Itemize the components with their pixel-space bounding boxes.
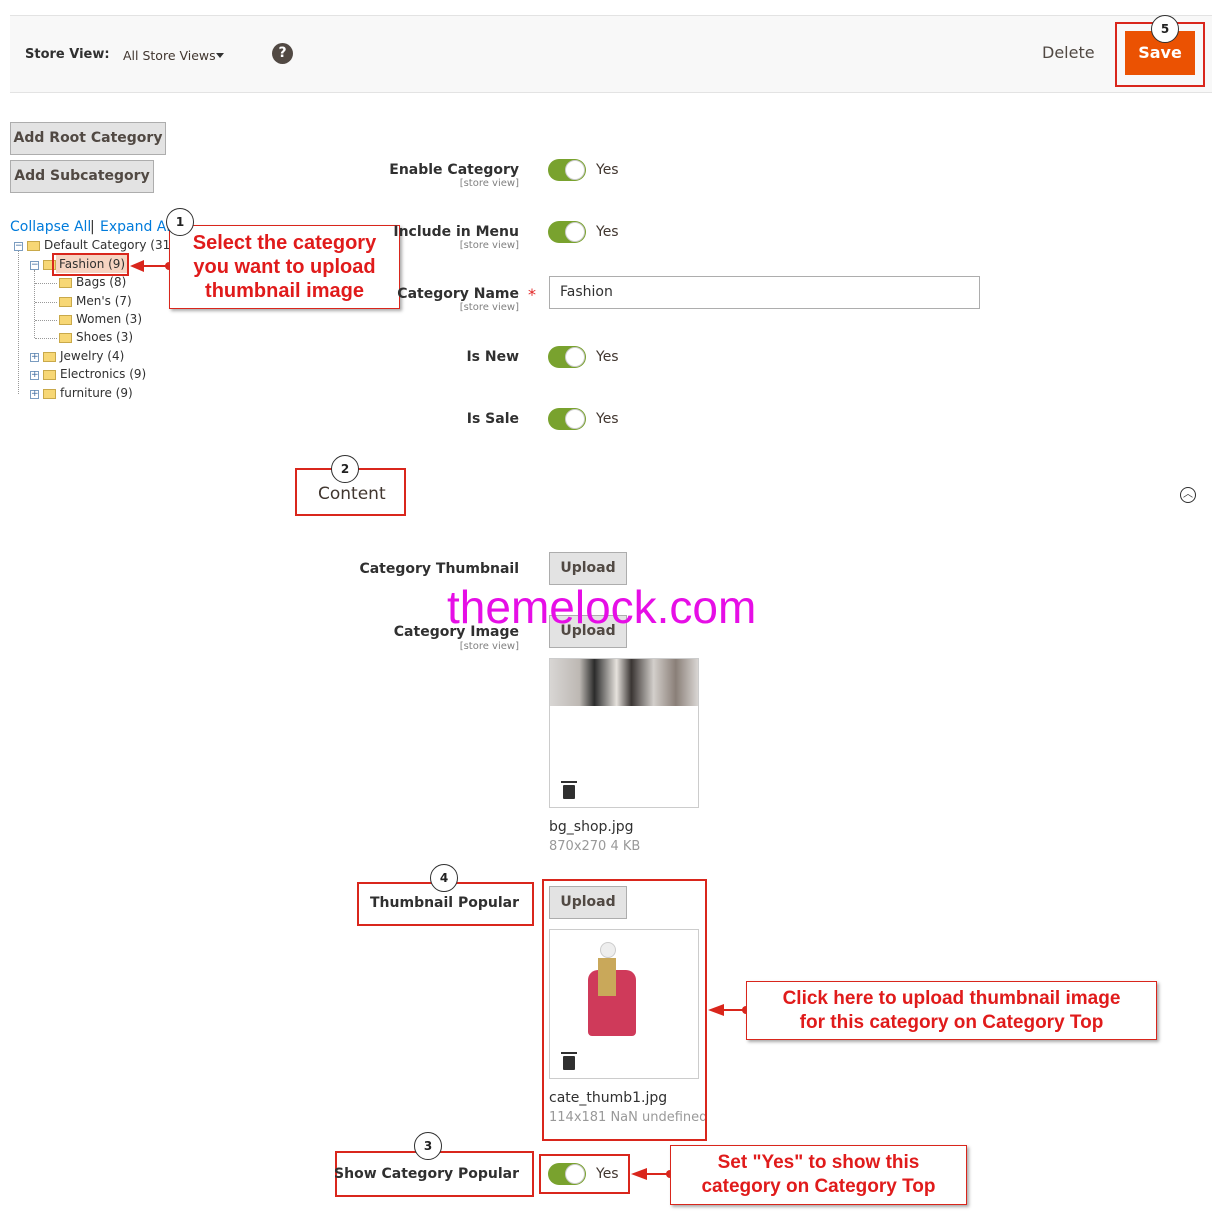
fashion-highlight-box: [52, 253, 129, 276]
folder-icon: [43, 389, 56, 399]
tree-expand-icon[interactable]: +: [30, 353, 39, 362]
step-4-badge: 4: [430, 864, 458, 892]
callout-3-line-1: Set "Yes" to show this: [717, 1152, 920, 1173]
thumbnail-popular-label: Thumbnail Popular: [370, 895, 519, 911]
tree-item-bags[interactable]: Bags (8): [76, 275, 126, 289]
folder-icon: [59, 333, 72, 343]
link-separator: |: [90, 219, 95, 235]
callout-4-line-2: for this category on Category Top: [799, 1012, 1104, 1033]
arrowhead-icon: [130, 260, 144, 272]
thumb-file-meta: 114x181 NaN undefined: [549, 1110, 705, 1125]
tree-item-women[interactable]: Women (3): [76, 312, 142, 326]
help-icon[interactable]: ?: [272, 43, 293, 64]
folder-icon: [59, 297, 72, 307]
chevron-up-icon[interactable]: ︿: [1180, 487, 1196, 503]
step-3-badge: 3: [414, 1132, 442, 1160]
folder-icon: [59, 278, 72, 288]
tree-collapse-icon[interactable]: −: [14, 242, 23, 251]
tree-item-mens[interactable]: Men's (7): [76, 294, 132, 308]
store-view-select[interactable]: All Store Views: [123, 48, 216, 63]
image-thumbnail: [600, 942, 616, 958]
tree-item-default-category[interactable]: Default Category (31): [44, 238, 175, 252]
callout-1-line-2: you want to upload: [193, 256, 376, 278]
tree-connector: [35, 338, 57, 339]
image-file-meta: 870x270 4 KB: [549, 839, 641, 854]
scope-label: [store view]: [459, 641, 519, 652]
include-in-menu-toggle[interactable]: [548, 221, 586, 243]
category-thumbnail-label: Category Thumbnail: [359, 561, 519, 577]
chevron-down-icon[interactable]: [216, 53, 224, 58]
tree-item-furniture[interactable]: furniture (9): [60, 386, 133, 400]
is-new-label: Is New: [466, 349, 519, 365]
expand-all-link[interactable]: Expand All: [100, 219, 174, 235]
category-name-input[interactable]: Fashion: [549, 276, 980, 309]
scope-label: [store view]: [459, 302, 519, 313]
is-sale-toggle[interactable]: [548, 408, 586, 430]
enable-category-toggle[interactable]: [548, 159, 586, 181]
delete-button[interactable]: Delete: [1042, 43, 1095, 62]
toggle-yes-label: Yes: [596, 224, 619, 240]
tree-connector: [35, 320, 57, 321]
scope-label: [store view]: [459, 178, 519, 189]
tree-connector: [18, 251, 19, 394]
required-asterisk: *: [528, 285, 536, 304]
tree-connector: [35, 283, 57, 284]
folder-icon: [43, 370, 56, 380]
tree-connector: [34, 270, 35, 338]
tree-item-electronics[interactable]: Electronics (9): [60, 367, 146, 381]
tree-expand-icon[interactable]: +: [30, 371, 39, 380]
image-thumbnail: [550, 659, 698, 706]
enable-category-label: Enable Category: [389, 162, 519, 178]
tree-expand-icon[interactable]: +: [30, 390, 39, 399]
is-new-toggle[interactable]: [548, 346, 586, 368]
show-category-popular-toggle[interactable]: [548, 1163, 586, 1185]
scope-label: [store view]: [459, 240, 519, 251]
step-5-badge: 5: [1151, 15, 1179, 43]
show-category-popular-label: Show Category Popular: [334, 1166, 519, 1182]
folder-icon: [59, 315, 72, 325]
tree-connector: [35, 302, 57, 303]
folder-icon: [27, 241, 40, 251]
store-view-label: Store View:: [25, 47, 110, 62]
category-image-preview: [549, 658, 699, 808]
callout-3-line-2: category on Category Top: [701, 1176, 936, 1197]
trash-icon[interactable]: [561, 1052, 577, 1070]
category-name-label: Category Name: [397, 286, 519, 302]
thumb-file-name: cate_thumb1.jpg: [549, 1090, 668, 1106]
upload-thumbnail-popular-button[interactable]: Upload: [549, 886, 627, 919]
image-file-name: bg_shop.jpg: [549, 819, 634, 835]
toggle-yes-label: Yes: [596, 411, 619, 427]
tree-item-jewelry[interactable]: Jewelry (4): [60, 349, 124, 363]
collapse-all-link[interactable]: Collapse All: [10, 219, 91, 235]
image-thumbnail: [598, 958, 616, 996]
toggle-yes-label: Yes: [596, 1166, 619, 1182]
tree-collapse-icon[interactable]: −: [30, 261, 39, 270]
callout-4-line-1: Click here to upload thumbnail image: [782, 988, 1121, 1009]
tree-item-shoes[interactable]: Shoes (3): [76, 330, 133, 344]
add-subcategory-button[interactable]: Add Subcategory: [10, 160, 154, 193]
step-2-badge: 2: [331, 455, 359, 483]
folder-icon: [43, 352, 56, 362]
content-section-title[interactable]: Content: [318, 484, 386, 504]
is-sale-label: Is Sale: [466, 411, 519, 427]
step-1-badge: 1: [166, 208, 194, 236]
include-in-menu-label: Include in Menu: [393, 224, 519, 240]
callout-upload-thumbnail: Click here to upload thumbnail image for…: [746, 981, 1157, 1040]
toggle-yes-label: Yes: [596, 162, 619, 178]
trash-icon[interactable]: [561, 781, 577, 799]
toggle-yes-label: Yes: [596, 349, 619, 365]
watermark: themelock.com: [447, 581, 757, 633]
thumbnail-popular-preview: [549, 929, 699, 1079]
callout-set-yes: Set "Yes" to show this category on Categ…: [670, 1145, 967, 1205]
add-root-category-button[interactable]: Add Root Category: [10, 122, 166, 155]
